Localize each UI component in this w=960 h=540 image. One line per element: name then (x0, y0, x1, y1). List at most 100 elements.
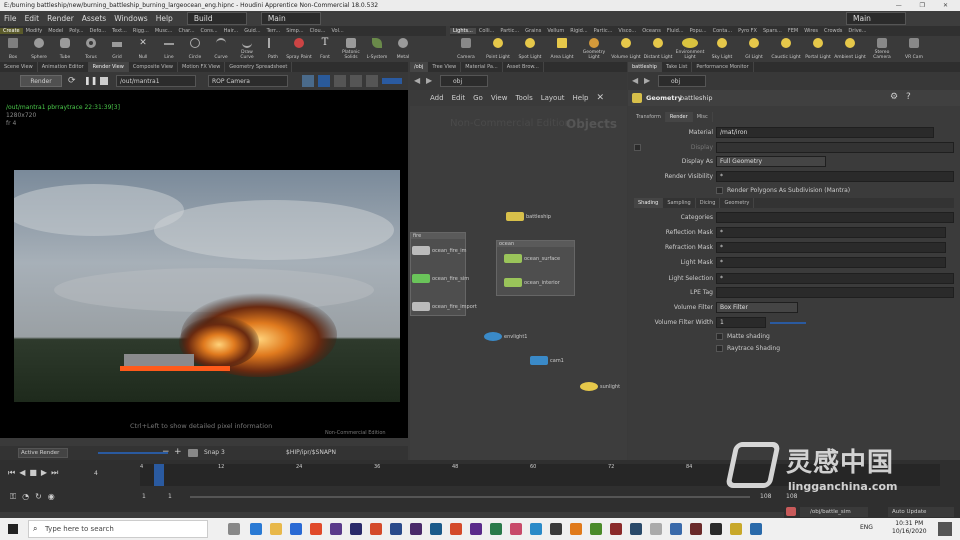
tab-material-palette[interactable]: Material Pa... (461, 62, 503, 72)
refresh-icon[interactable]: ⟳ (68, 76, 78, 86)
network-editor[interactable]: Non-Commercial Edition Objects battleshi… (410, 106, 627, 460)
display-checkbox[interactable] (634, 144, 641, 151)
render-button[interactable]: Render (20, 75, 62, 87)
shelf-tab[interactable]: Defo... (87, 28, 109, 34)
app-icon[interactable] (450, 523, 462, 535)
app-icon[interactable] (710, 523, 722, 535)
chrome-icon[interactable] (310, 523, 322, 535)
shelf-tab[interactable]: Drive... (845, 28, 869, 34)
shelf-tab[interactable]: Char... (175, 28, 197, 34)
node-ocean-interior[interactable]: ocean_interior (504, 278, 560, 287)
shelf-tab[interactable]: Cons... (198, 28, 221, 34)
tab-asset-browser[interactable]: Asset Brow... (503, 62, 544, 72)
tool-circle[interactable]: Circle (182, 36, 208, 60)
windows-start-icon[interactable] (8, 524, 18, 534)
node-ocean-fire-sim[interactable]: ocean_fire_sim (412, 274, 469, 283)
status-path[interactable]: /obj/battle_sim (800, 507, 868, 517)
shelf-tab[interactable]: Simp... (283, 28, 306, 34)
timeline-playhead[interactable] (154, 464, 164, 486)
tool-font[interactable]: T Font (312, 36, 338, 61)
snapshot-icon[interactable] (302, 75, 314, 87)
menu-edit[interactable]: Edit (25, 14, 40, 23)
clock[interactable]: 10:31 PM 10/16/2020 (892, 520, 927, 536)
shelf-tab[interactable]: FEM (785, 28, 801, 34)
app-icon[interactable] (650, 523, 662, 535)
app-icon[interactable] (670, 523, 682, 535)
tool-spot-light[interactable]: Spot Light (514, 36, 546, 60)
node-ocean-fire-im[interactable]: ocean_fire_im (412, 246, 467, 255)
app-icon[interactable] (750, 523, 762, 535)
rop-select[interactable]: /out/mantra1 (116, 75, 196, 87)
pause-icon[interactable]: ❚❚ (84, 76, 97, 86)
tool-camera[interactable]: Camera (450, 36, 482, 60)
tool-point-light[interactable]: Point Light (482, 36, 514, 60)
active-render-select[interactable]: Active Render (18, 448, 68, 458)
app-icon[interactable] (410, 523, 422, 535)
desktop-main-select[interactable]: Main (260, 12, 321, 25)
menu-assets[interactable]: Assets (82, 14, 106, 23)
tab-sampling[interactable]: Sampling (663, 198, 696, 208)
store-icon[interactable] (290, 523, 302, 535)
start-frame[interactable]: 1 (142, 493, 146, 500)
app-icon[interactable] (690, 523, 702, 535)
shelf-tab[interactable]: Popu... (687, 28, 710, 34)
tool-stereo-camera[interactable]: Stereo Camera (866, 36, 898, 60)
node-cam1[interactable]: cam1 (530, 356, 564, 365)
shelf-tab[interactable]: Rigid... (567, 28, 590, 34)
shelf-tab[interactable]: Conta... (710, 28, 736, 34)
menu-render[interactable]: Render (47, 14, 74, 23)
app-icon[interactable] (430, 523, 442, 535)
shelf-tab[interactable]: Poly... (66, 28, 86, 34)
tool-l-system[interactable]: L-System (364, 36, 390, 60)
shelf-tab[interactable]: Vellum (544, 28, 567, 34)
tool-torus[interactable]: Torus (78, 36, 104, 60)
preview-icon[interactable] (334, 75, 346, 87)
shelf-tab[interactable]: Modify (23, 28, 46, 34)
file-explorer-icon[interactable] (270, 523, 282, 535)
realtime-icon[interactable]: ◉ (48, 492, 55, 502)
last-frame-icon[interactable]: ⏭ (51, 468, 58, 478)
wrench-icon[interactable]: ✕ (596, 93, 604, 103)
shelf-tab[interactable]: Visco... (615, 28, 639, 34)
app-icon[interactable] (370, 523, 382, 535)
app-icon[interactable] (730, 523, 742, 535)
tool-sky-light[interactable]: Sky Light (706, 36, 738, 60)
shelf-tab[interactable]: Vol... (329, 28, 347, 34)
tool-platonic-solids[interactable]: Platonic Solids (338, 36, 364, 60)
desktop-main-right[interactable]: Main (846, 12, 906, 25)
tab-transform[interactable]: Transform (632, 112, 666, 122)
tool-vr-camera[interactable]: VR Cam (898, 36, 930, 60)
menu-file[interactable]: File (4, 14, 17, 23)
tool-environment-light[interactable]: Environment Light (674, 36, 706, 60)
tool-caustic-light[interactable]: Caustic Light (770, 36, 802, 60)
tab-scene-view[interactable]: Scene View (0, 62, 38, 72)
network-box-ocean[interactable]: ocean (496, 240, 575, 296)
parameter-path[interactable]: obj (658, 75, 706, 87)
app-icon[interactable] (550, 523, 562, 535)
shelf-tab[interactable]: Spars... (760, 28, 785, 34)
tool-draw-curve[interactable]: Draw Curve (234, 36, 260, 60)
net-menu-view[interactable]: View (491, 94, 508, 102)
tab-render[interactable]: Render (665, 112, 693, 122)
snapshot-slider[interactable] (98, 452, 168, 454)
language-indicator[interactable]: ENG (860, 524, 873, 531)
tool-box[interactable]: Box (0, 36, 26, 60)
notifications-icon[interactable] (938, 522, 952, 536)
shelf-tab[interactable]: Create (0, 28, 23, 34)
shelf-tab[interactable]: Lights... (450, 28, 476, 34)
node-sunlight[interactable]: sunlight (580, 382, 620, 391)
shelf-tab[interactable]: Model (45, 28, 66, 34)
tab-misc[interactable]: Misc (693, 112, 713, 122)
current-frame[interactable]: 4 (94, 470, 98, 477)
tool-grid[interactable]: Grid (104, 36, 130, 60)
desktop-build-select[interactable]: Build (186, 12, 247, 25)
node-name[interactable]: battleship (680, 94, 712, 102)
shelf-tab[interactable]: Partic... (591, 28, 616, 34)
volume-filter-width-slider[interactable] (770, 322, 806, 324)
tool-curve[interactable]: Curve (208, 36, 234, 60)
tab-dicing[interactable]: Dicing (696, 198, 721, 208)
tool-geometry-light[interactable]: Geometry Light (578, 36, 610, 60)
add-snapshot-icon[interactable]: + (174, 447, 182, 457)
tool-metal[interactable]: Metal (390, 36, 416, 60)
tool-gi-light[interactable]: GI Light (738, 36, 770, 60)
